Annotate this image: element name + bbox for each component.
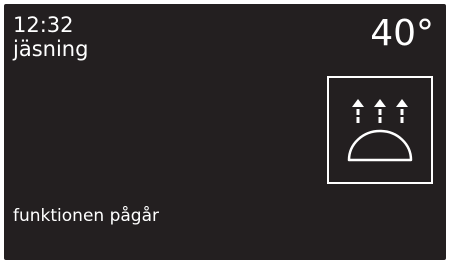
mode-label: jäsning (13, 37, 89, 61)
proofing-icon (347, 99, 413, 162)
function-icon-box (327, 76, 433, 184)
oven-display: 12:32 jäsning 40° funktionen pågår (4, 4, 446, 260)
clock-time: 12:32 (13, 13, 74, 37)
temperature-readout: 40° (370, 13, 434, 54)
status-text: funktionen pågår (13, 206, 159, 226)
